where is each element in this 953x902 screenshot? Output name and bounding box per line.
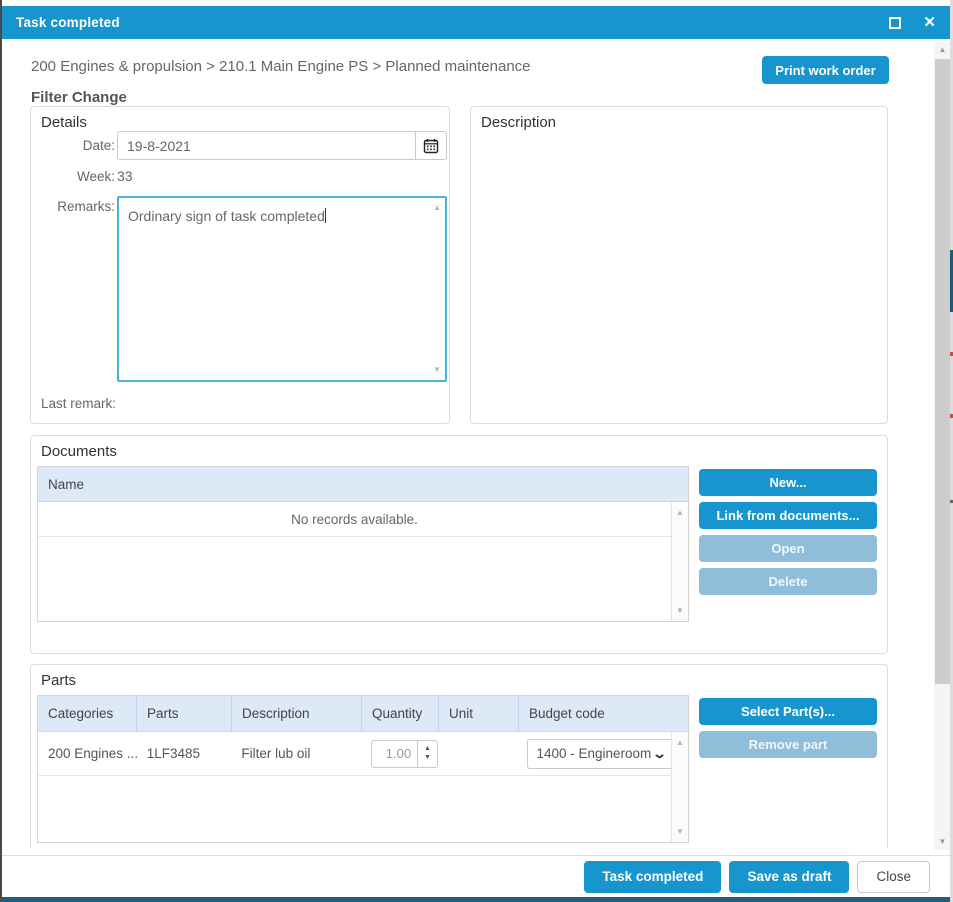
dialog-footer: Task completed Save as draft Close — [0, 855, 953, 897]
parts-table-header: Categories Parts Description Quantity Un… — [38, 696, 688, 732]
details-panel-title: Details — [41, 114, 87, 131]
budget-code-value: 1400 - Engineroom — [536, 746, 653, 761]
documents-table: Name No records available. ▲ ▼ — [37, 466, 689, 622]
column-header-quantity[interactable]: Quantity — [362, 696, 439, 731]
documents-panel: Documents Name No records available. ▲ ▼… — [30, 435, 888, 654]
date-value: 19-8-2021 — [118, 132, 415, 159]
text-cursor — [325, 208, 326, 223]
column-header-unit[interactable]: Unit — [439, 696, 519, 731]
quantity-spin-buttons[interactable]: ▲ ▼ — [417, 741, 437, 767]
parts-panel: Parts Categories Parts Description Quant… — [30, 664, 888, 848]
maximize-icon[interactable] — [889, 17, 901, 29]
column-header-categories[interactable]: Categories — [38, 696, 137, 731]
remarks-text: Ordinary sign of task completed — [128, 208, 325, 224]
quantity-stepper[interactable]: 1.00 ▲ ▼ — [371, 740, 438, 768]
scroll-down-icon[interactable]: ▼ — [433, 366, 441, 374]
documents-table-scrollbar[interactable]: ▲ ▼ — [671, 502, 688, 621]
spinner-up-icon[interactable]: ▲ — [424, 745, 431, 753]
date-label: Date: — [37, 138, 115, 153]
task-completed-button[interactable]: Task completed — [584, 861, 721, 893]
budget-code-select[interactable]: 1400 - Engineroom ⌄ — [527, 739, 671, 769]
scroll-up-icon[interactable]: ▲ — [433, 204, 441, 212]
scrollbar-up-icon[interactable]: ▲ — [934, 42, 951, 58]
scrollbar-down-icon[interactable]: ▼ — [934, 834, 951, 850]
documents-panel-title: Documents — [41, 443, 117, 460]
week-value: 33 — [117, 168, 133, 184]
close-icon[interactable]: ✕ — [923, 15, 936, 30]
breadcrumb: 200 Engines & propulsion > 210.1 Main En… — [31, 58, 531, 75]
scroll-up-icon[interactable]: ▲ — [672, 738, 688, 747]
parts-table-scrollbar[interactable]: ▲ ▼ — [671, 732, 688, 842]
column-header-budget-code[interactable]: Budget code — [519, 696, 673, 731]
week-label: Week: — [37, 169, 115, 184]
delete-document-button[interactable]: Delete — [699, 568, 877, 595]
remarks-textarea[interactable]: Ordinary sign of task completed ▲ ▼ — [117, 196, 447, 382]
cell-categories: 200 Engines ... — [38, 746, 137, 761]
page-edge-left — [0, 0, 2, 902]
description-panel: Description — [470, 106, 888, 424]
quantity-value[interactable]: 1.00 — [372, 741, 417, 767]
save-as-draft-button[interactable]: Save as draft — [729, 861, 849, 893]
open-document-button[interactable]: Open — [699, 535, 877, 562]
remarks-label: Remarks: — [37, 199, 115, 214]
documents-table-header: Name — [38, 467, 688, 502]
column-header-parts[interactable]: Parts — [137, 696, 232, 731]
scroll-down-icon[interactable]: ▼ — [672, 827, 688, 836]
window-bottom-edge — [0, 897, 953, 902]
details-panel: Details Date: 19-8-2021 Week: 33 Remarks… — [30, 106, 450, 424]
last-remark-label: Last remark: — [41, 396, 116, 411]
close-button[interactable]: Close — [857, 861, 930, 893]
scroll-up-icon[interactable]: ▲ — [672, 508, 688, 517]
select-parts-button[interactable]: Select Part(s)... — [699, 698, 877, 725]
date-input[interactable]: 19-8-2021 — [117, 131, 447, 160]
table-row[interactable]: 200 Engines ... 1LF3485 Filter lub oil 1… — [38, 732, 671, 776]
column-header-description[interactable]: Description — [232, 696, 362, 731]
description-panel-title: Description — [481, 114, 556, 131]
calendar-button[interactable] — [415, 132, 446, 159]
remove-part-button[interactable]: Remove part — [699, 731, 877, 758]
parts-table: Categories Parts Description Quantity Un… — [37, 695, 689, 843]
spinner-down-icon[interactable]: ▼ — [424, 754, 431, 762]
chevron-down-icon: ⌄ — [651, 746, 666, 762]
dialog-title: Task completed — [16, 15, 120, 30]
link-from-documents-button[interactable]: Link from documents... — [699, 502, 877, 529]
new-document-button[interactable]: New... — [699, 469, 877, 496]
dialog-scrollbar[interactable]: ▲ ▼ — [934, 42, 951, 850]
task-title: Filter Change — [31, 89, 127, 106]
cell-budget-code: 1400 - Engineroom ⌄ — [517, 739, 671, 769]
scrollbar-thumb[interactable] — [935, 59, 950, 684]
parts-panel-title: Parts — [41, 672, 76, 689]
print-work-order-button[interactable]: Print work order — [762, 56, 889, 84]
calendar-icon — [423, 138, 439, 154]
dialog-titlebar: Task completed ✕ — [2, 6, 950, 39]
column-header-name[interactable]: Name — [38, 467, 688, 501]
documents-empty-message: No records available. — [38, 502, 671, 537]
scroll-down-icon[interactable]: ▼ — [672, 606, 688, 615]
cell-parts: 1LF3485 — [137, 746, 232, 761]
cell-quantity: 1.00 ▲ ▼ — [361, 740, 438, 768]
cell-description: Filter lub oil — [231, 746, 361, 761]
